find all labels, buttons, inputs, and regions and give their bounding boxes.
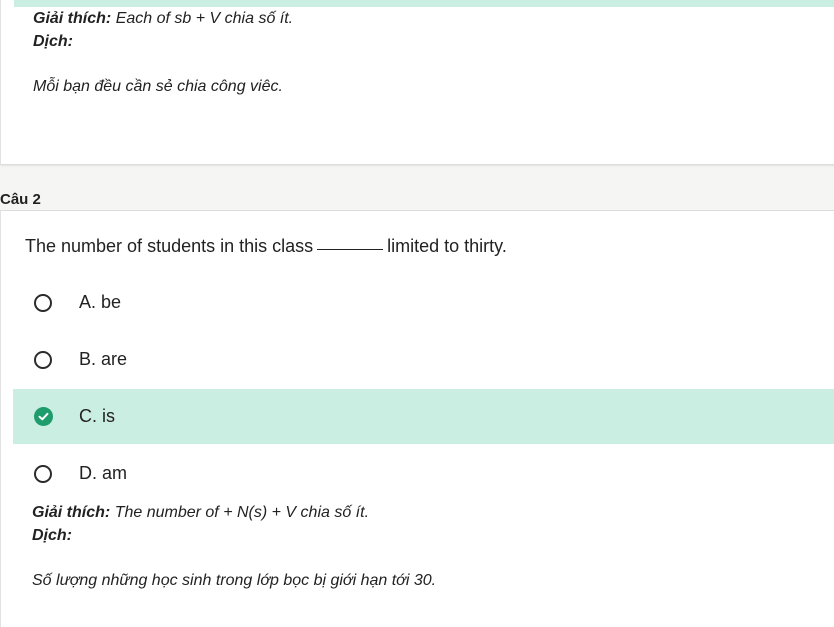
explanation-text: Each of sb + V chia số ít.: [115, 10, 294, 27]
question-2-header: Câu 2: [0, 191, 41, 208]
option-label: C. is: [79, 406, 115, 426]
radio-unchecked-icon[interactable]: [34, 293, 52, 312]
translation-text: Số lượng những học sinh trong lớp bọc bị…: [32, 572, 437, 589]
option-b[interactable]: B. are: [13, 332, 834, 387]
radio-unchecked-icon[interactable]: [34, 464, 52, 483]
option-label: B. are: [79, 349, 128, 369]
option-c[interactable]: C. is: [13, 389, 834, 444]
question-text-before: The number of students in this class: [25, 236, 314, 256]
translation-text: Mỗi bạn đều cần sẻ chia công viêc.: [33, 78, 283, 95]
answer-blank: [317, 241, 384, 250]
question-2-text: The number of students in this class limi…: [25, 236, 507, 257]
selected-answer-highlight: [14, 0, 834, 7]
explanation-label: Giải thích:: [32, 504, 111, 521]
explanation-line: Giải thích: Each of sb + V chia số ít.: [33, 10, 293, 28]
option-label: A. be: [79, 292, 122, 312]
explanation-label: Giải thích:: [33, 10, 112, 27]
question-text-after: limited to thirty.: [387, 236, 507, 256]
question-1-card: Giải thích: Each of sb + V chia số ít. D…: [0, 0, 834, 165]
translation-label: Dịch:: [33, 33, 73, 50]
translation-label: Dịch:: [32, 527, 72, 544]
translation-label-line: Dịch:: [33, 33, 73, 51]
option-d[interactable]: D. am: [13, 446, 834, 501]
option-label: D. am: [79, 463, 128, 483]
check-circle-icon[interactable]: [34, 407, 53, 426]
option-a[interactable]: A. be: [13, 275, 834, 330]
explanation-line: Giải thích: The number of + N(s) + V chi…: [32, 504, 369, 522]
explanation-text: The number of + N(s) + V chia số ít.: [114, 504, 370, 521]
translation-label-line: Dịch:: [32, 527, 72, 545]
radio-unchecked-icon[interactable]: [34, 350, 52, 369]
